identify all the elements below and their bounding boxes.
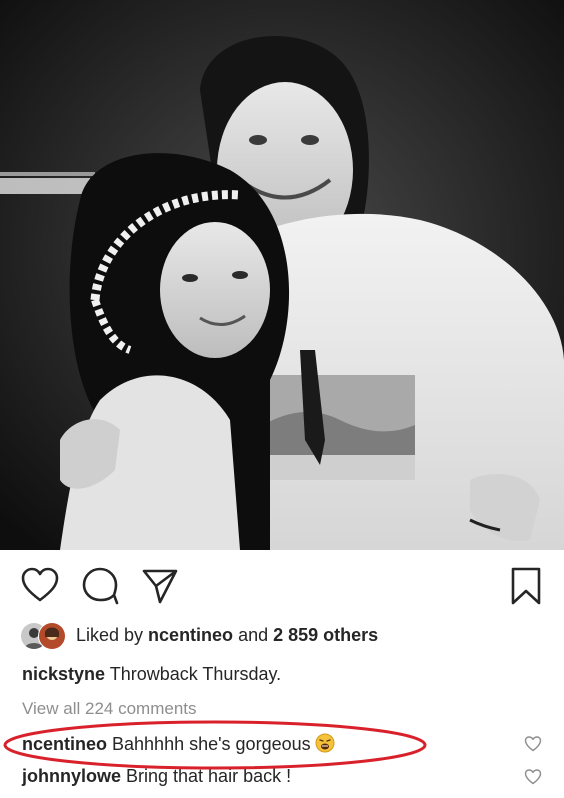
likes-summary[interactable]: Liked by ncentineo and 2 859 others — [76, 625, 378, 646]
comment-text: Bring that hair back ! — [121, 766, 292, 786]
comment-like-heart-icon[interactable] — [524, 735, 542, 753]
likes-prefix: Liked by — [76, 625, 149, 645]
liker-username[interactable]: ncentineo — [148, 625, 233, 645]
heart-outline-icon[interactable] — [20, 566, 60, 606]
likes-others-count[interactable]: 2 859 others — [273, 625, 378, 645]
comment-username[interactable]: johnnylowe — [22, 766, 121, 786]
post-photo[interactable] — [0, 0, 564, 550]
view-all-comments-link[interactable]: View all 224 comments — [22, 699, 197, 719]
comment-text: Bahhhhh she's gorgeous — [107, 734, 311, 754]
comment-like-heart-icon[interactable] — [524, 768, 542, 786]
comment-bubble-icon[interactable] — [80, 566, 120, 606]
caption-text: Throwback Thursday. — [105, 664, 282, 684]
liker-avatars[interactable] — [20, 622, 70, 650]
caption-username[interactable]: nickstyne — [22, 664, 105, 684]
bookmark-icon[interactable] — [506, 566, 546, 606]
comment-item: johnnylowe Bring that hair back ! — [22, 764, 542, 792]
likes-connector: and — [233, 625, 274, 645]
post-action-bar — [0, 560, 564, 614]
post-caption: nickstyne Throwback Thursday. — [22, 664, 281, 685]
likes-row: Liked by ncentineo and 2 859 others — [0, 620, 564, 652]
paper-plane-icon[interactable] — [140, 566, 180, 606]
comment-item: ncentineo Bahhhhh she's gorgeous — [22, 731, 542, 759]
avatar — [38, 622, 66, 650]
weary-face-emoji-icon — [315, 733, 335, 753]
comment-username[interactable]: ncentineo — [22, 734, 107, 754]
